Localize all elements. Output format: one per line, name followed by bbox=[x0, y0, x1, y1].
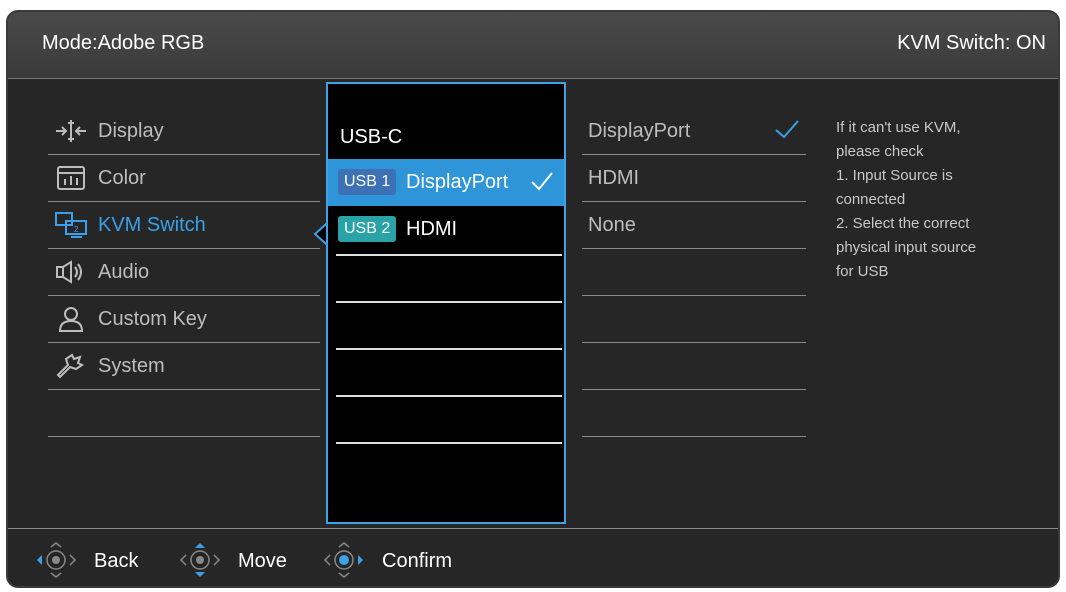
kvm-screens-icon: 2 bbox=[55, 212, 87, 238]
footer-bar: Back Move Confirm bbox=[8, 528, 1058, 586]
usb2-badge: USB 2 bbox=[338, 216, 397, 242]
help-line: physical input source bbox=[836, 239, 977, 256]
submenu-item-usb-c[interactable]: USB-C bbox=[328, 112, 564, 159]
divider bbox=[336, 254, 562, 256]
help-line: If it can't use KVM, bbox=[836, 119, 961, 136]
menu-item-label: Custom Key bbox=[98, 308, 207, 330]
option-hdmi[interactable]: HDMI bbox=[582, 155, 806, 202]
menu-item-system[interactable]: System bbox=[48, 343, 320, 390]
help-line: 1. Input Source is bbox=[836, 167, 953, 184]
menu-item-custom-key[interactable]: Custom Key bbox=[48, 296, 320, 343]
move-label: Move bbox=[238, 550, 287, 572]
option-displayport[interactable]: DisplayPort bbox=[582, 108, 806, 155]
user-icon bbox=[58, 307, 84, 332]
input-options: DisplayPort HDMI None bbox=[582, 108, 806, 437]
help-text: If it can't use KVM, please check 1. Inp… bbox=[836, 116, 1036, 284]
joystick-move-icon bbox=[179, 543, 221, 577]
joystick-back-icon bbox=[37, 542, 77, 578]
joystick-confirm-icon bbox=[323, 542, 363, 578]
osd-panel: Mode:Adobe RGB KVM Switch: ON Display Co… bbox=[6, 10, 1060, 588]
submenu-item-label: DisplayPort bbox=[406, 171, 509, 193]
option-empty-row bbox=[582, 296, 806, 343]
speaker-icon bbox=[56, 260, 82, 284]
display-adjust-icon bbox=[56, 120, 86, 142]
option-label: HDMI bbox=[588, 167, 640, 189]
option-empty-row bbox=[582, 390, 806, 437]
submenu-item-label: USB-C bbox=[340, 126, 403, 148]
divider bbox=[336, 301, 562, 303]
option-label: None bbox=[588, 214, 636, 236]
mode-label: Mode:Adobe RGB bbox=[42, 32, 205, 54]
header-bar: Mode:Adobe RGB KVM Switch: ON bbox=[8, 12, 1058, 79]
usb1-badge: USB 1 bbox=[338, 169, 397, 195]
menu-item-color[interactable]: Color bbox=[48, 155, 320, 202]
menu-item-label: KVM Switch bbox=[98, 214, 206, 236]
help-line: for USB bbox=[836, 263, 889, 280]
menu-item-kvm-switch[interactable]: 2 KVM Switch bbox=[48, 202, 320, 249]
menu-item-label: Color bbox=[98, 167, 146, 189]
menu-item-label: Audio bbox=[98, 261, 150, 283]
checkmark-icon bbox=[531, 172, 553, 191]
submenu-item-usb1-displayport[interactable]: USB 1 DisplayPort bbox=[328, 159, 564, 206]
menu-item-display[interactable]: Display bbox=[48, 108, 320, 155]
submenu-item-usb2-hdmi[interactable]: USB 2 HDMI bbox=[328, 206, 564, 253]
svg-text:2: 2 bbox=[74, 225, 79, 234]
divider bbox=[336, 348, 562, 350]
divider bbox=[336, 442, 562, 444]
main-menu: Display Color 2 KVM Switch Audio Custom … bbox=[48, 108, 320, 437]
menu-item-label: System bbox=[98, 355, 165, 377]
option-none[interactable]: None bbox=[582, 202, 806, 249]
option-empty-row bbox=[582, 249, 806, 296]
kvm-submenu: USB-C USB 1 DisplayPort USB 2 HDMI bbox=[326, 82, 566, 524]
checkmark-icon bbox=[775, 120, 799, 139]
help-line: connected bbox=[836, 191, 906, 208]
color-chart-icon bbox=[57, 166, 85, 190]
help-line: please check bbox=[836, 143, 924, 160]
menu-empty-row bbox=[48, 390, 320, 437]
back-label: Back bbox=[94, 550, 139, 572]
menu-item-label: Display bbox=[98, 120, 164, 142]
divider bbox=[336, 395, 562, 397]
option-empty-row bbox=[582, 343, 806, 390]
help-line: 2. Select the correct bbox=[836, 215, 970, 232]
menu-item-audio[interactable]: Audio bbox=[48, 249, 320, 296]
kvm-status-label: KVM Switch: ON bbox=[897, 32, 1046, 54]
wrench-icon bbox=[56, 353, 84, 379]
confirm-label: Confirm bbox=[382, 550, 453, 572]
option-label: DisplayPort bbox=[588, 120, 691, 142]
submenu-item-label: HDMI bbox=[406, 218, 458, 240]
